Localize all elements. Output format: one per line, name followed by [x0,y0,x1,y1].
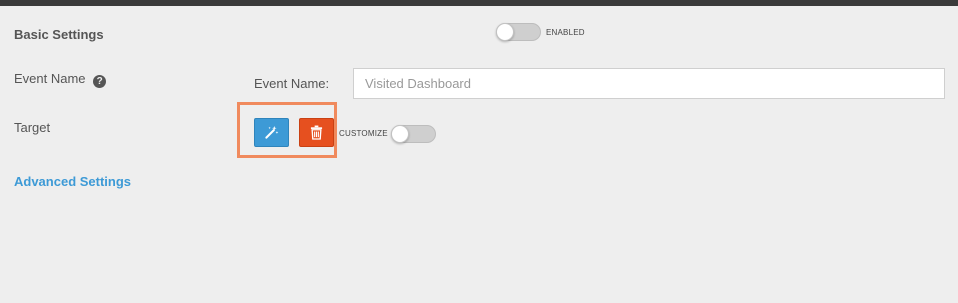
basic-settings-title: Basic Settings [14,27,104,42]
advanced-settings-link[interactable]: Advanced Settings [14,174,131,189]
delete-button[interactable] [299,118,334,147]
event-name-input[interactable] [353,68,945,99]
question-circle-icon[interactable]: ? [93,75,107,88]
magic-wand-button[interactable] [254,118,289,147]
trash-icon [310,125,323,140]
enabled-toggle-knob [496,23,514,41]
enabled-toggle[interactable] [496,23,541,41]
customize-toggle-knob [391,125,409,143]
magic-wand-icon [265,125,279,139]
event-name-row-label: Event Name ? [14,71,107,88]
customize-toggle[interactable] [391,125,436,143]
event-name-label: Event Name [14,71,86,86]
enabled-toggle-label: ENABLED [546,28,585,37]
top-bar [0,0,958,6]
customize-label: CUSTOMIZE [339,129,388,138]
target-label: Target [14,120,51,135]
event-name-field-label: Event Name: [254,76,330,91]
